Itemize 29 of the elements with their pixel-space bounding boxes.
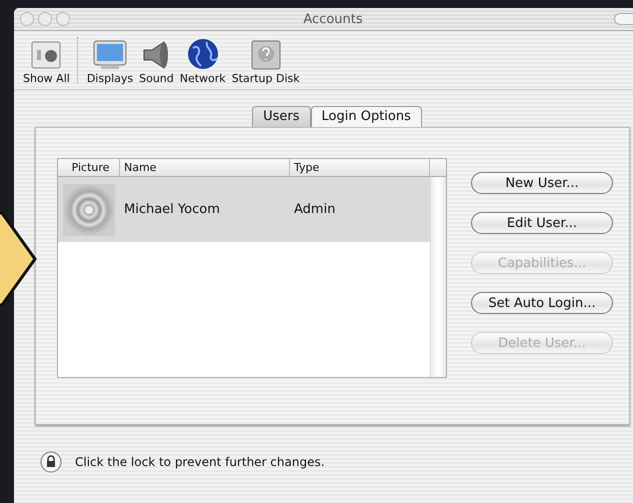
toolbar-item[interactable]: Startup Disk	[228, 40, 303, 89]
lock-message: Click the lock to prevent further changes.	[75, 455, 325, 469]
toolbar-toggle-button[interactable]	[614, 13, 633, 25]
column-header[interactable]: Type	[290, 159, 430, 176]
lock-icon[interactable]	[40, 451, 62, 473]
close-button[interactable]	[20, 12, 34, 26]
preferences-panel-icon	[30, 40, 62, 70]
monitor-icon	[92, 40, 127, 70]
toolbar-item[interactable]: Show All	[20, 40, 73, 89]
table-row[interactable]: Michael Yocom Admin	[58, 177, 430, 242]
action-button[interactable]: Set Auto Login...	[471, 292, 613, 314]
column-header[interactable]: Picture	[58, 159, 120, 176]
user-picture	[63, 184, 115, 236]
action-button[interactable]: New User...	[471, 172, 613, 194]
globe-icon	[186, 38, 219, 70]
user-name: Michael Yocom	[123, 202, 221, 217]
toolbar-item[interactable]: Network	[176, 38, 229, 89]
column-header[interactable]: Name	[120, 159, 290, 176]
tab[interactable]: Login Options	[310, 106, 422, 127]
zoom-button[interactable]	[56, 12, 70, 26]
minimize-button[interactable]	[38, 12, 52, 26]
window-title: Accounts	[303, 12, 363, 26]
scrollbar[interactable]	[430, 177, 446, 377]
user-type: Admin	[293, 202, 336, 217]
toolbar-item[interactable]: Displays	[84, 40, 136, 89]
action-button[interactable]: Edit User...	[471, 212, 613, 234]
toolbar-item[interactable]: Sound	[136, 40, 177, 89]
speaker-icon	[142, 40, 170, 70]
tab[interactable]: Users	[252, 106, 311, 127]
